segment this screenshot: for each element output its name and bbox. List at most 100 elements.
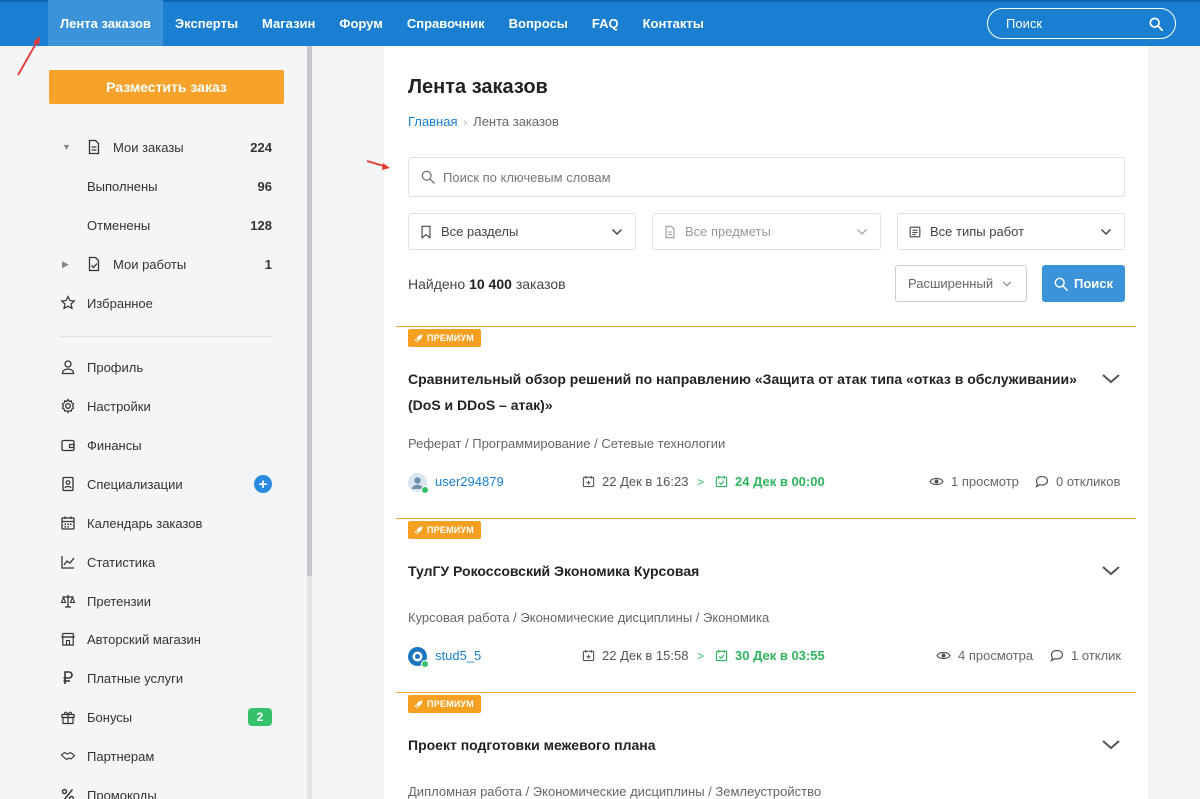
main-content: Лента заказов Главная › Лента заказов Поис… [384, 46, 1148, 799]
sidebar-item-done[interactable]: Выполнены 96 [0, 174, 300, 198]
nav-experts[interactable]: Эксперты [163, 0, 250, 46]
sidebar-item-specializations[interactable]: Специализации + [0, 472, 300, 496]
keyword-search-input[interactable]: Поиск по ключевым словам [408, 157, 1125, 197]
chevron-down-icon [1002, 281, 1012, 287]
nav-contacts[interactable]: Контакты [631, 0, 716, 46]
results-suffix: заказов [515, 276, 566, 292]
caret-down-icon[interactable]: ▼ [62, 142, 72, 152]
chevron-down-icon[interactable] [1101, 738, 1121, 752]
search-icon[interactable] [1149, 16, 1163, 31]
sidebar-item-my-works[interactable]: ▶ Мои работы 1 [0, 252, 300, 276]
sidebar-item-label: Платные услуги [87, 670, 184, 686]
sections-select[interactable]: Все разделы [408, 213, 636, 250]
chevron-down-icon [611, 228, 623, 236]
search-icon [421, 170, 435, 184]
order-card: ПРЕМИУМ Сравнительный обзор решений по н… [396, 326, 1136, 518]
sidebar-item-favorites[interactable]: Избранное [0, 291, 300, 315]
nav-shop[interactable]: Магазин [250, 0, 327, 46]
premium-badge-label: ПРЕМИУМ [427, 699, 474, 709]
order-title-link[interactable]: Проект подготовки межевого плана [408, 732, 1078, 758]
work-types-select[interactable]: Все типы работ [897, 213, 1125, 250]
calendar-check-icon [715, 649, 728, 662]
sidebar-item-claims[interactable]: Претензии [0, 589, 300, 613]
sidebar-item-statistics[interactable]: Статистика [0, 550, 300, 574]
sidebar-item-finances[interactable]: Финансы [0, 433, 300, 457]
avatar[interactable] [408, 647, 429, 668]
chart-icon [61, 556, 75, 569]
sidebar-item-partners[interactable]: Партнерам [0, 744, 300, 768]
gear-icon [61, 398, 75, 414]
sidebar-scrollbar-thumb[interactable] [307, 46, 312, 576]
nav-questions[interactable]: Вопросы [497, 0, 580, 46]
sidebar-item-profile[interactable]: Профиль [0, 355, 300, 379]
username-link[interactable]: stud5_5 [435, 648, 481, 663]
sidebar-divider [60, 336, 272, 337]
nav-forum[interactable]: Форум [327, 0, 394, 46]
header-search-placeholder: Поиск [1006, 16, 1043, 31]
views-count: 1 просмотр [929, 474, 1019, 489]
order-title-link[interactable]: Сравнительный обзор решений по направлен… [408, 366, 1078, 418]
speech-bubble-icon [1035, 475, 1049, 488]
calendar-icon [61, 516, 75, 530]
created-date: 22 Дек в 15:58 [582, 648, 688, 663]
add-specialization-icon[interactable]: + [254, 475, 272, 493]
avatar[interactable] [408, 473, 429, 494]
premium-badge: ПРЕМИУМ [408, 521, 481, 539]
ruble-icon [63, 671, 73, 684]
sidebar-item-promocodes[interactable]: Промокоды [0, 783, 300, 799]
search-icon [1054, 277, 1068, 291]
speech-bubble-icon [1050, 649, 1064, 662]
user-icon [61, 360, 75, 375]
shop-icon [61, 632, 75, 646]
sidebar-item-label: Мои заказы [113, 139, 184, 155]
sidebar-item-label: Мои работы [113, 256, 187, 272]
nav-faq[interactable]: FAQ [580, 0, 631, 46]
responses-count-value: 1 отклик [1071, 648, 1122, 663]
order-title-link[interactable]: ТулГУ Рокоссовский Экономика Курсовая [408, 558, 1078, 584]
sidebar-item-label: Профиль [87, 359, 144, 375]
sidebar-item-author-shop[interactable]: Авторский магазин [0, 627, 300, 651]
caret-right-icon[interactable]: ▶ [62, 259, 72, 270]
sidebar-item-label: Отменены [87, 217, 151, 233]
advanced-search-dropdown[interactable]: Расширенный [895, 265, 1027, 302]
nav-reference[interactable]: Справочник [395, 0, 497, 46]
calendar-check-icon [715, 475, 728, 488]
top-navbar: Лента заказов Эксперты Магазин Форум Спр… [0, 0, 1200, 46]
created-date-value: 22 Дек в 15:58 [602, 648, 689, 663]
nav-order-feed[interactable]: Лента заказов [48, 0, 163, 46]
calendar-plus-icon [582, 649, 595, 662]
sidebar-item-bonuses[interactable]: Бонусы 2 [0, 705, 300, 729]
order-categories: Курсовая работа / Экономические дисципли… [408, 610, 770, 625]
order-card: ПРЕМИУМ ТулГУ Рокоссовский Экономика Кур… [396, 518, 1136, 692]
subjects-select[interactable]: Все предметы [652, 213, 881, 250]
breadcrumb-home-link[interactable]: Главная [408, 114, 457, 129]
sidebar-item-cancelled[interactable]: Отменены 128 [0, 213, 300, 237]
place-order-button[interactable]: Разместить заказ [49, 70, 284, 104]
rocket-icon [414, 333, 423, 343]
sidebar-item-label: Избранное [87, 295, 153, 311]
views-count: 4 просмотра [936, 648, 1033, 663]
sidebar-item-label: Претензии [87, 593, 152, 609]
premium-badge-label: ПРЕМИУМ [427, 525, 474, 535]
breadcrumb: Главная › Лента заказов [408, 114, 559, 129]
header-search-input[interactable]: Поиск [987, 8, 1176, 39]
bonus-count-badge: 2 [248, 708, 272, 726]
sidebar-item-calendar[interactable]: Календарь заказов [0, 511, 300, 535]
count-badge: 96 [257, 178, 272, 194]
sidebar-item-settings[interactable]: Настройки [0, 394, 300, 418]
sidebar-item-label: Статистика [87, 554, 156, 570]
eye-icon [936, 651, 951, 660]
chevron-down-icon [856, 228, 868, 236]
deadline-date-value: 30 Дек в 03:55 [735, 648, 825, 663]
chevron-down-icon[interactable] [1101, 564, 1121, 578]
count-badge: 128 [250, 217, 272, 233]
sidebar-item-label: Бонусы [87, 709, 133, 725]
sidebar-item-my-orders[interactable]: ▼ Мои заказы 224 [0, 135, 300, 159]
results-count: Найдено 10 400 заказов [408, 276, 566, 292]
username-link[interactable]: user294879 [435, 474, 504, 489]
search-button[interactable]: Поиск [1042, 265, 1125, 302]
chevron-down-icon[interactable] [1101, 372, 1121, 386]
handshake-icon [60, 751, 76, 761]
sidebar-item-paid-services[interactable]: Платные услуги [0, 666, 300, 690]
count-badge: 224 [250, 139, 272, 155]
